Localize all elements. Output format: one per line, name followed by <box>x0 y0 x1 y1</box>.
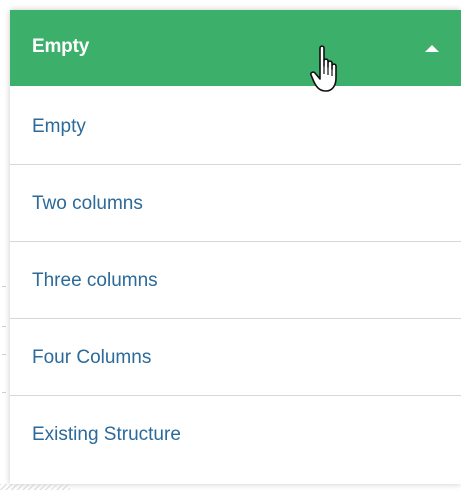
option-label: Existing Structure <box>32 424 181 445</box>
dropdown-option-two-columns[interactable]: Two columns <box>10 165 461 242</box>
option-label: Two columns <box>32 193 143 214</box>
background-hatch <box>0 484 70 490</box>
dropdown-option-three-columns[interactable]: Three columns <box>10 242 461 319</box>
dropdown-options-list: Empty Two columns Three columns Four Col… <box>10 88 461 473</box>
layout-dropdown: Empty Empty Two columns Three columns Fo… <box>10 10 461 484</box>
background-edge-mark <box>2 326 6 327</box>
dropdown-toggle-button[interactable]: Empty <box>10 10 461 86</box>
dropdown-option-empty[interactable]: Empty <box>10 88 461 165</box>
page-stage: Empty Empty Two columns Three columns Fo… <box>0 0 461 491</box>
option-label: Empty <box>32 116 86 137</box>
background-edge-mark <box>2 286 6 287</box>
option-label: Three columns <box>32 270 158 291</box>
dropdown-option-existing-structure[interactable]: Existing Structure <box>10 396 461 473</box>
caret-up-icon <box>425 45 439 52</box>
dropdown-selected-label: Empty <box>32 36 90 57</box>
option-label: Four Columns <box>32 347 152 368</box>
dropdown-option-four-columns[interactable]: Four Columns <box>10 319 461 396</box>
hand-cursor-icon <box>310 45 337 92</box>
background-edge-mark <box>2 392 6 393</box>
background-edge-mark <box>2 354 6 355</box>
